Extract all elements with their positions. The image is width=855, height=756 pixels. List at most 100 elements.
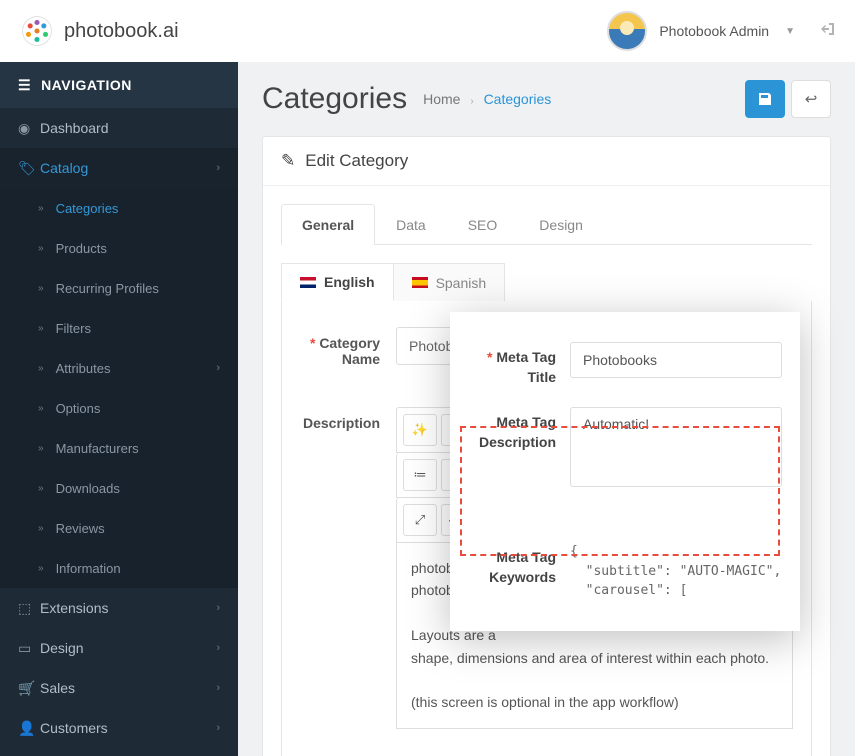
nav-catalog[interactable]: 🏷 Catalog › <box>0 148 238 188</box>
breadcrumb: Home › Categories <box>423 91 551 107</box>
user-name-label: Photobook Admin <box>659 23 769 39</box>
sub-products[interactable]: » Products <box>0 228 238 268</box>
chevron-right-icon: › <box>216 362 220 374</box>
nav-label: Catalog <box>40 160 216 176</box>
lang-label: Spanish <box>436 275 487 291</box>
chevron-right-icon: › <box>216 722 220 734</box>
chevron-icon: » <box>38 203 44 214</box>
tb-magic-icon[interactable]: ✨ <box>403 414 437 446</box>
chevron-icon: » <box>38 483 44 494</box>
panel-title: Edit Category <box>305 151 408 171</box>
lang-tab-english[interactable]: English <box>281 263 394 301</box>
sub-attributes[interactable]: » Attributes › <box>0 348 238 388</box>
breadcrumb-home[interactable]: Home <box>423 91 460 107</box>
nav-extensions[interactable]: ⬚ Extensions › <box>0 588 238 628</box>
panel-tabs: General Data SEO Design <box>281 204 812 245</box>
desc-line: shape, dimensions and area of interest w… <box>411 647 778 669</box>
user-menu[interactable]: Photobook Admin ▼ <box>607 11 795 51</box>
row-meta-keywords: Meta Tag Keywords { "subtitle": "AUTO-MA… <box>450 532 800 611</box>
chevron-icon: » <box>38 443 44 454</box>
meta-overlay: * Meta Tag Title Meta Tag Description Me… <box>450 312 800 631</box>
nav-design[interactable]: ▭ Design › <box>0 628 238 668</box>
desc-line: (this screen is optional in the app work… <box>411 691 778 713</box>
lang-tab-spanish[interactable]: Spanish <box>394 263 506 301</box>
breadcrumb-sep: › <box>470 96 473 107</box>
tb-ul-icon[interactable]: ≔ <box>403 459 437 491</box>
chevron-icon: » <box>38 243 44 254</box>
language-tabs: English Spanish <box>281 263 812 301</box>
breadcrumb-current[interactable]: Categories <box>484 91 552 107</box>
user-icon: 👤 <box>18 720 40 737</box>
sub-label: Products <box>56 241 107 256</box>
flag-en-icon <box>300 277 316 288</box>
chevron-right-icon: › <box>216 682 220 694</box>
sub-label: Categories <box>56 201 119 216</box>
brain-logo-icon <box>20 14 54 48</box>
sub-options[interactable]: » Options <box>0 388 238 428</box>
sub-filters[interactable]: » Filters <box>0 308 238 348</box>
sub-label: Manufacturers <box>56 441 139 456</box>
app-header: photobook.ai Photobook Admin ▼ <box>0 0 855 62</box>
brand-logo[interactable]: photobook.ai <box>20 14 179 48</box>
flag-es-icon <box>412 277 428 288</box>
reply-icon: ↩ <box>805 90 818 108</box>
chevron-icon: » <box>38 363 44 374</box>
tags-icon: 🏷 <box>18 160 40 177</box>
puzzle-icon: ⬚ <box>18 600 40 617</box>
nav-label: Dashboard <box>40 120 220 136</box>
sub-label: Reviews <box>56 521 105 536</box>
nav-label: Sales <box>40 680 216 696</box>
nav-label: Design <box>40 640 216 656</box>
nav-label: Extensions <box>40 600 216 616</box>
tab-design[interactable]: Design <box>518 204 604 245</box>
avatar <box>607 11 647 51</box>
label-category-name: * Category Name <box>300 327 380 367</box>
lang-label: English <box>324 274 375 290</box>
input-meta-keywords[interactable]: { "subtitle": "AUTO-MAGIC", "carousel": … <box>570 542 782 601</box>
nav-sales[interactable]: 🛒 Sales › <box>0 668 238 708</box>
dashboard-icon: ◉ <box>18 120 40 137</box>
chevron-icon: » <box>38 323 44 334</box>
label-meta-title: * Meta Tag Title <box>468 342 556 387</box>
nav-dashboard[interactable]: ◉ Dashboard <box>0 108 238 148</box>
sub-reviews[interactable]: » Reviews <box>0 508 238 548</box>
cart-icon: 🛒 <box>18 680 40 697</box>
input-meta-title[interactable] <box>570 342 782 378</box>
tab-seo[interactable]: SEO <box>447 204 519 245</box>
logout-icon[interactable] <box>819 21 835 41</box>
input-meta-desc[interactable] <box>570 407 782 487</box>
chevron-icon: » <box>38 563 44 574</box>
chevron-icon: » <box>38 523 44 534</box>
sub-label: Attributes <box>56 361 111 376</box>
brand-name: photobook.ai <box>64 20 179 43</box>
chevron-right-icon: › <box>216 642 220 654</box>
nav-customers[interactable]: 👤 Customers › <box>0 708 238 748</box>
label-meta-keywords: Meta Tag Keywords <box>468 542 556 587</box>
back-button[interactable]: ↩ <box>791 80 831 118</box>
nav-label: Customers <box>40 720 216 736</box>
nav-header-label: NAVIGATION <box>41 77 132 93</box>
row-meta-desc: Meta Tag Description <box>450 397 800 502</box>
sub-information[interactable]: »Information <box>0 548 238 588</box>
sidebar: ☰ NAVIGATION ◉ Dashboard 🏷 Catalog › » Ca… <box>0 62 238 756</box>
sub-label: Filters <box>56 321 91 336</box>
pencil-icon: ✎ <box>281 151 295 171</box>
menu-icon: ☰ <box>18 77 31 94</box>
sub-downloads[interactable]: »Downloads <box>0 468 238 508</box>
panel-header: ✎ Edit Category <box>263 137 830 186</box>
tb-fullscreen-icon[interactable]: ⤢ <box>403 504 437 536</box>
row-meta-title: * Meta Tag Title <box>450 332 800 397</box>
sub-recurring[interactable]: »Recurring Profiles <box>0 268 238 308</box>
chevron-icon: » <box>38 403 44 414</box>
sub-label: Recurring Profiles <box>56 281 159 296</box>
page-title: Categories <box>262 82 407 116</box>
label-description: Description <box>300 407 380 431</box>
tab-data[interactable]: Data <box>375 204 447 245</box>
tab-general[interactable]: General <box>281 204 375 245</box>
save-button[interactable] <box>745 80 785 118</box>
monitor-icon: ▭ <box>18 640 40 657</box>
sub-categories[interactable]: » Categories <box>0 188 238 228</box>
caret-down-icon: ▼ <box>785 26 795 37</box>
sub-label: Options <box>56 401 101 416</box>
sub-manufacturers[interactable]: » Manufacturers <box>0 428 238 468</box>
